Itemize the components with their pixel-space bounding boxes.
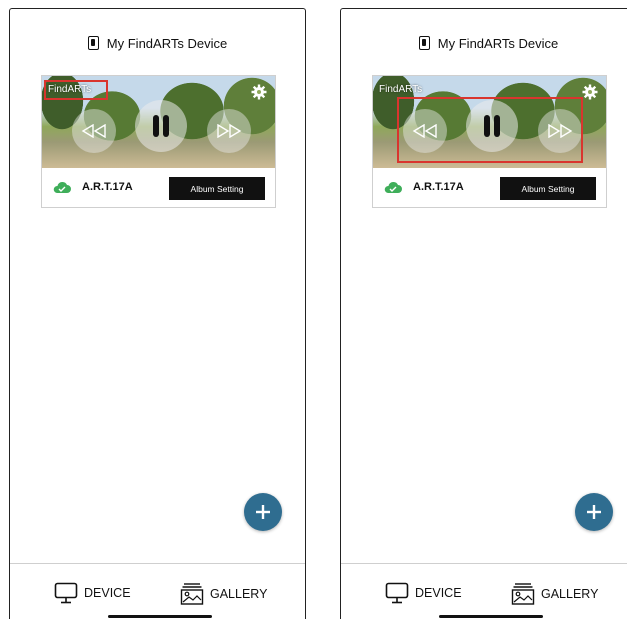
album-setting-button[interactable]: Album Setting — [169, 177, 265, 200]
card-footer: A.R.T.17A Album Setting — [373, 168, 606, 209]
device-icon — [87, 36, 99, 50]
cloud-check-icon — [53, 181, 71, 193]
home-indicator — [108, 615, 212, 618]
gallery-icon — [180, 583, 204, 605]
device-name: A.R.T.17A — [413, 181, 464, 193]
pause-button[interactable] — [135, 100, 187, 152]
tab-gallery[interactable]: GALLERY — [180, 582, 267, 606]
tab-gallery-label: GALLERY — [541, 587, 599, 601]
rewind-button[interactable] — [72, 109, 116, 153]
page-title: My FindARTs Device — [437, 35, 559, 51]
bottom-tab-bar: DEVICE GALLERY — [10, 563, 305, 619]
album-setting-button[interactable]: Album Setting — [500, 177, 596, 200]
rewind-button[interactable] — [403, 109, 447, 153]
monitor-icon — [54, 582, 78, 604]
home-indicator — [439, 615, 543, 618]
tab-gallery-label: GALLERY — [210, 587, 268, 601]
add-device-button[interactable] — [575, 493, 613, 531]
phone-screen-1: My FindARTs Device FindARTs A.R.T.17A Al… — [9, 8, 306, 619]
plus-icon — [256, 505, 270, 519]
pause-icon — [153, 115, 169, 137]
rewind-icon — [81, 124, 106, 138]
phone-screen-2: My FindARTs Device FindARTs A.R.T.17A Al… — [340, 8, 627, 619]
add-device-button[interactable] — [244, 493, 282, 531]
card-footer: A.R.T.17A Album Setting — [42, 168, 275, 209]
artwork-label: FindARTs — [48, 84, 92, 95]
device-icon — [418, 36, 430, 50]
cloud-check-icon — [384, 181, 402, 193]
gear-icon[interactable] — [251, 84, 267, 100]
artwork-label: FindARTs — [379, 84, 423, 95]
bottom-tab-bar: DEVICE GALLERY — [341, 563, 627, 619]
page-header: My FindARTs Device — [341, 33, 627, 53]
rewind-icon — [412, 124, 437, 138]
artwork-preview: FindARTs — [373, 76, 606, 168]
pause-icon — [484, 115, 500, 137]
gallery-icon — [511, 583, 535, 605]
fast-forward-icon — [548, 124, 573, 138]
artwork-preview: FindARTs — [42, 76, 275, 168]
page-header: My FindARTs Device — [10, 33, 305, 53]
page-title: My FindARTs Device — [106, 35, 228, 51]
fast-forward-icon — [217, 124, 242, 138]
device-card[interactable]: FindARTs A.R.T.17A Album Setting — [41, 75, 276, 208]
device-name: A.R.T.17A — [82, 181, 133, 193]
fast-forward-button[interactable] — [207, 109, 251, 153]
gear-icon[interactable] — [582, 84, 598, 100]
tab-gallery[interactable]: GALLERY — [511, 582, 598, 606]
tab-device-label: DEVICE — [415, 586, 462, 600]
tab-device-label: DEVICE — [84, 586, 131, 600]
pause-button[interactable] — [466, 100, 518, 152]
plus-icon — [587, 505, 601, 519]
tab-device[interactable]: DEVICE — [54, 582, 131, 604]
tab-device[interactable]: DEVICE — [385, 582, 462, 604]
fast-forward-button[interactable] — [538, 109, 582, 153]
monitor-icon — [385, 582, 409, 604]
device-card[interactable]: FindARTs A.R.T.17A Album Setting — [372, 75, 607, 208]
